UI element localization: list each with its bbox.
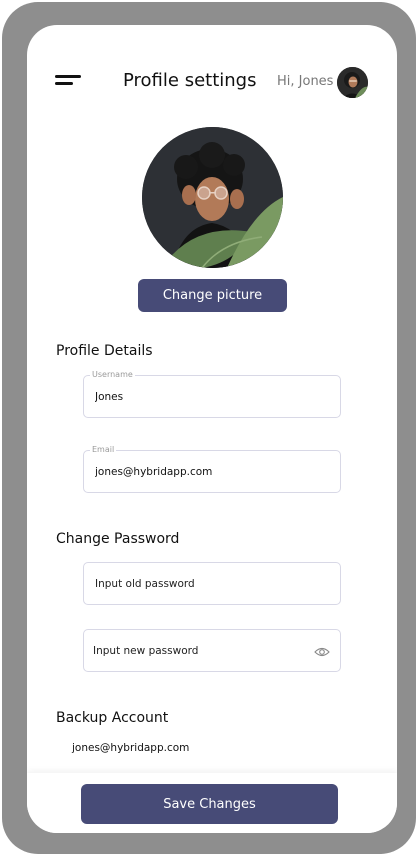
username-field[interactable]: Username — [83, 370, 341, 418]
profile-details-heading: Profile Details — [56, 343, 153, 359]
app-screen: Profile settings Hi, Jones Change pictur… — [27, 25, 397, 833]
new-password-field[interactable] — [83, 629, 341, 672]
backup-email: jones@hybridapp.com — [72, 742, 190, 754]
new-password-input[interactable] — [93, 630, 303, 671]
old-password-field[interactable] — [83, 562, 341, 605]
backup-account-heading: Backup Account — [56, 710, 169, 726]
menu-icon[interactable] — [55, 75, 81, 85]
device-frame: Profile settings Hi, Jones Change pictur… — [2, 2, 416, 854]
menu-icon-bar-bottom — [55, 82, 73, 85]
change-password-heading: Change Password — [56, 531, 180, 547]
save-changes-button[interactable]: Save Changes — [81, 784, 338, 824]
avatar[interactable] — [337, 67, 368, 98]
user-greeting: Hi, Jones — [277, 74, 334, 89]
profile-photo — [142, 127, 283, 268]
email-field[interactable]: Email — [83, 445, 341, 493]
avatar-photo — [337, 67, 368, 98]
username-input[interactable] — [95, 376, 305, 417]
profile-picture — [142, 127, 283, 268]
email-input[interactable] — [95, 451, 305, 492]
menu-icon-bar-top — [55, 75, 81, 78]
change-picture-button[interactable]: Change picture — [138, 279, 287, 312]
eye-icon-glyph — [314, 647, 330, 657]
page-title: Profile settings — [123, 70, 257, 91]
old-password-input[interactable] — [95, 563, 305, 604]
eye-icon[interactable] — [314, 644, 330, 658]
